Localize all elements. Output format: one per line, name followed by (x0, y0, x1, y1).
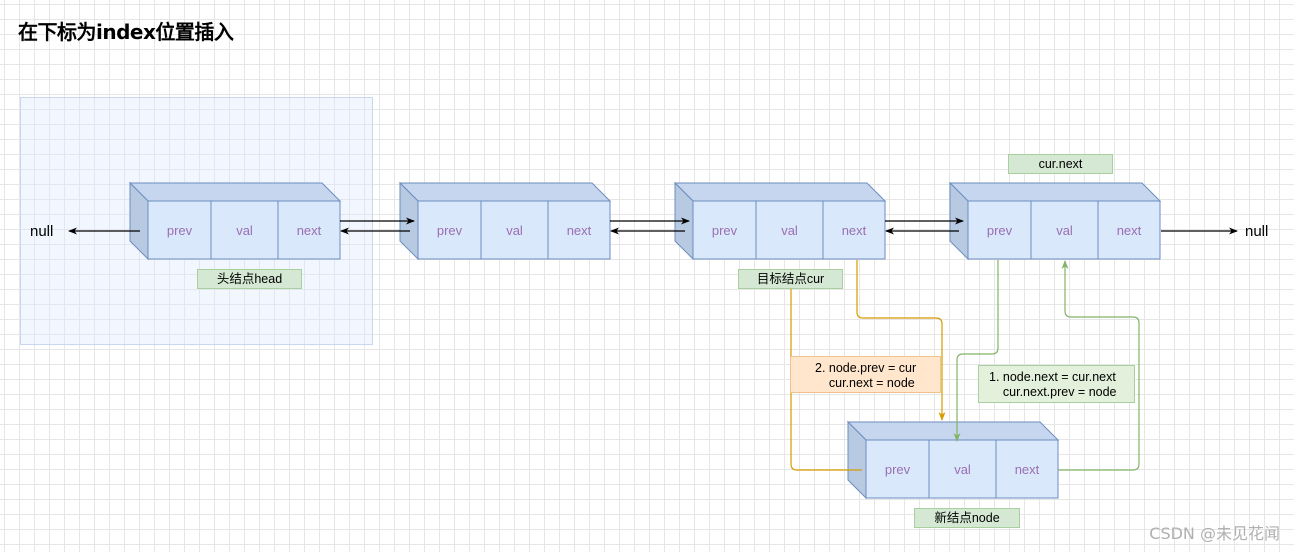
head-node-val-label: val (236, 223, 253, 238)
second-node-top-face (398, 182, 612, 202)
cur-node-next-label: next (842, 223, 867, 238)
new-node-prev-label: prev (885, 462, 911, 477)
new-node-label: 新结点node (914, 508, 1020, 528)
step1-annotation: 1. node.next = cur.next cur.next.prev = … (978, 365, 1135, 403)
new-node: prev val next (846, 420, 1060, 500)
step2-annotation: 2. node.prev = cur cur.next = node (790, 356, 941, 393)
cur-node-label: 目标结点cur (738, 269, 843, 289)
null-right-label: null (1245, 223, 1268, 240)
cur-next-node-top-face (948, 182, 1162, 202)
cur-next-to-node-arrow (856, 260, 946, 421)
second-node-val-label: val (506, 223, 523, 238)
new-node-next-label: next (1015, 462, 1040, 477)
cur-node-prev-label: prev (712, 223, 738, 238)
cur-next-node-prev-label: prev (987, 223, 1013, 238)
curnext-prev-to-node-arrow (953, 260, 999, 442)
cur-next-node-val-label: val (1056, 223, 1073, 238)
cur-next-node: prev val next (948, 181, 1162, 261)
linked-list-diagram: prev val next prev val next prev val next prev val… (30, 181, 1268, 500)
new-node-top-face (846, 421, 1060, 441)
cur-node-top-face (673, 182, 887, 202)
head-node-prev-label: prev (167, 223, 193, 238)
watermark: CSDN @未见花闻 (1149, 524, 1280, 543)
head-node-label: 头结点head (197, 269, 302, 289)
head-node-top-face (128, 182, 342, 202)
null-left-label: null (30, 223, 53, 240)
cur-next-node-next-label: next (1117, 223, 1142, 238)
cur-next-label: cur.next (1008, 154, 1113, 174)
second-node-next-label: next (567, 223, 592, 238)
head-node: prev val next (128, 181, 342, 261)
cur-node: prev val next (673, 181, 887, 261)
new-node-val-label: val (954, 462, 971, 477)
cur-node-val-label: val (781, 223, 798, 238)
head-node-next-label: next (297, 223, 322, 238)
second-node-prev-label: prev (437, 223, 463, 238)
second-node: prev val next (398, 181, 612, 261)
